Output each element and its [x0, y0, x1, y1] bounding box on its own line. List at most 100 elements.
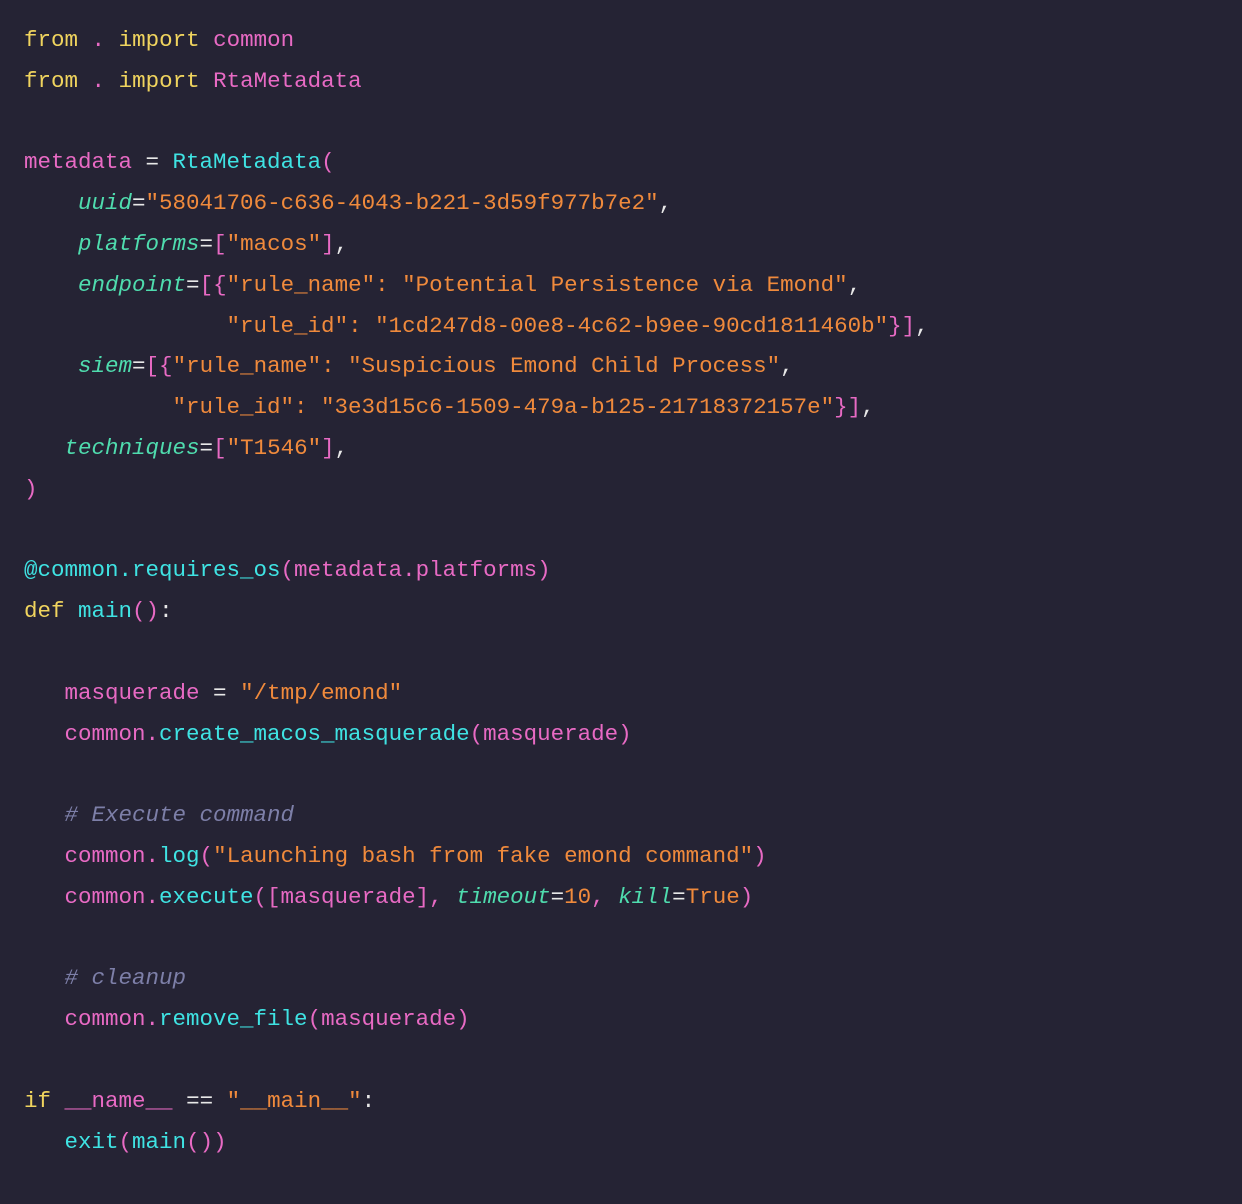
- identifier-token: RtaMetadata: [213, 67, 362, 94]
- code-line: common.remove_file(masquerade): [24, 999, 929, 1040]
- identifier-token: }]: [888, 312, 916, 339]
- punctuation-token: ,: [658, 190, 673, 217]
- punctuation-token: =: [132, 149, 173, 176]
- punctuation-token: [105, 68, 119, 94]
- identifier-token: common.: [64, 1006, 160, 1033]
- code-line: from . import common: [24, 20, 929, 61]
- code-line: def main():: [24, 591, 929, 632]
- identifier-token: ]: [321, 434, 335, 461]
- identifier-token: ): [739, 883, 754, 910]
- function-token: main: [132, 1128, 187, 1155]
- identifier-token: __name__: [64, 1087, 173, 1114]
- identifier-token: (): [132, 598, 160, 625]
- punctuation-token: =: [672, 883, 686, 910]
- function-token: exit: [64, 1128, 119, 1155]
- identifier-token: ([masquerade],: [253, 883, 457, 910]
- keyword-token: def: [24, 598, 65, 625]
- string-token: True: [685, 883, 740, 910]
- punctuation-token: [24, 1129, 65, 1155]
- identifier-token: (metadata.platforms): [280, 557, 551, 584]
- function-token: @common.requires_os: [24, 557, 281, 584]
- punctuation-token: =: [199, 679, 241, 706]
- punctuation-token: =: [132, 353, 146, 380]
- kwarg-token: platforms: [78, 230, 200, 257]
- punctuation-token: [24, 313, 227, 339]
- identifier-token: ,: [591, 883, 619, 910]
- punctuation-token: [24, 353, 78, 379]
- identifier-token: (masquerade): [469, 720, 632, 747]
- code-line: endpoint=[{"rule_name": "Potential Persi…: [24, 265, 929, 306]
- kwarg-token: timeout: [456, 883, 551, 910]
- punctuation-token: [24, 721, 65, 747]
- punctuation-token: =: [550, 883, 565, 910]
- identifier-token: [: [213, 230, 227, 257]
- string-token: "rule_id": "1cd247d8-00e8-4c62-b9ee-90cd…: [226, 312, 889, 339]
- code-line: # Execute command: [24, 795, 929, 836]
- punctuation-token: :: [361, 1087, 376, 1114]
- identifier-token: [{: [145, 353, 173, 380]
- punctuation-token: =: [132, 190, 146, 217]
- punctuation-token: [51, 1088, 65, 1114]
- keyword-token: if: [24, 1087, 52, 1114]
- punctuation-token: [24, 394, 173, 420]
- punctuation-token: [200, 27, 214, 53]
- punctuation-token: [78, 68, 92, 94]
- punctuation-token: [24, 272, 78, 298]
- punctuation-token: [24, 231, 78, 257]
- kwarg-token: techniques: [64, 434, 200, 461]
- identifier-token: common.: [64, 720, 160, 747]
- punctuation-token: ,: [861, 394, 875, 421]
- punctuation-token: ,: [780, 353, 794, 380]
- string-token: "rule_name": "Potential Persistence via …: [226, 271, 848, 298]
- code-line: ): [24, 469, 929, 510]
- punctuation-token: ,: [847, 271, 862, 298]
- string-token: "T1546": [226, 434, 322, 461]
- punctuation-token: [78, 27, 92, 53]
- punctuation-token: [24, 884, 65, 910]
- string-token: "__main__": [226, 1087, 362, 1114]
- punctuation-token: [65, 598, 79, 624]
- code-line: @common.requires_os(metadata.platforms): [24, 550, 929, 591]
- keyword-token: from: [24, 27, 79, 53]
- identifier-token: masquerade: [64, 679, 200, 706]
- punctuation-token: ==: [172, 1087, 227, 1114]
- function-token: execute: [159, 883, 254, 910]
- punctuation-token: ,: [334, 434, 349, 461]
- punctuation-token: [24, 1006, 65, 1032]
- identifier-token: common.: [64, 883, 160, 910]
- function-token: create_macos_masquerade: [159, 720, 470, 747]
- punctuation-token: [24, 965, 65, 991]
- identifier-token: common.: [64, 842, 160, 869]
- function-token: RtaMetadata: [172, 149, 322, 176]
- code-editor[interactable]: from . import common from . import RtaMet…: [24, 20, 929, 1162]
- keyword-token: import: [118, 67, 200, 94]
- punctuation-token: ,: [915, 312, 929, 339]
- identifier-token: .: [91, 27, 106, 53]
- code-line: metadata = RtaMetadata(: [24, 142, 929, 183]
- identifier-token: ()): [186, 1128, 227, 1155]
- identifier-token: common: [213, 27, 295, 53]
- identifier-token: ): [24, 475, 38, 502]
- identifier-token: (: [321, 149, 335, 176]
- punctuation-token: ,: [334, 230, 349, 257]
- string-token: 10: [564, 883, 592, 910]
- code-line: "rule_id": "3e3d15c6-1509-479a-b125-2171…: [24, 387, 929, 428]
- identifier-token: [{: [199, 271, 227, 298]
- punctuation-token: [24, 802, 65, 828]
- identifier-token: (: [199, 842, 214, 869]
- punctuation-token: [105, 27, 119, 53]
- kwarg-token: endpoint: [78, 271, 187, 298]
- code-line: platforms=["macos"],: [24, 224, 929, 265]
- code-line: uuid="58041706-c636-4043-b221-3d59f977b7…: [24, 183, 929, 224]
- kwarg-token: uuid: [78, 190, 133, 217]
- punctuation-token: [24, 435, 65, 461]
- punctuation-token: =: [186, 271, 200, 298]
- identifier-token: .: [91, 67, 106, 94]
- function-token: log: [159, 842, 200, 869]
- code-line: techniques=["T1546"],: [24, 428, 929, 469]
